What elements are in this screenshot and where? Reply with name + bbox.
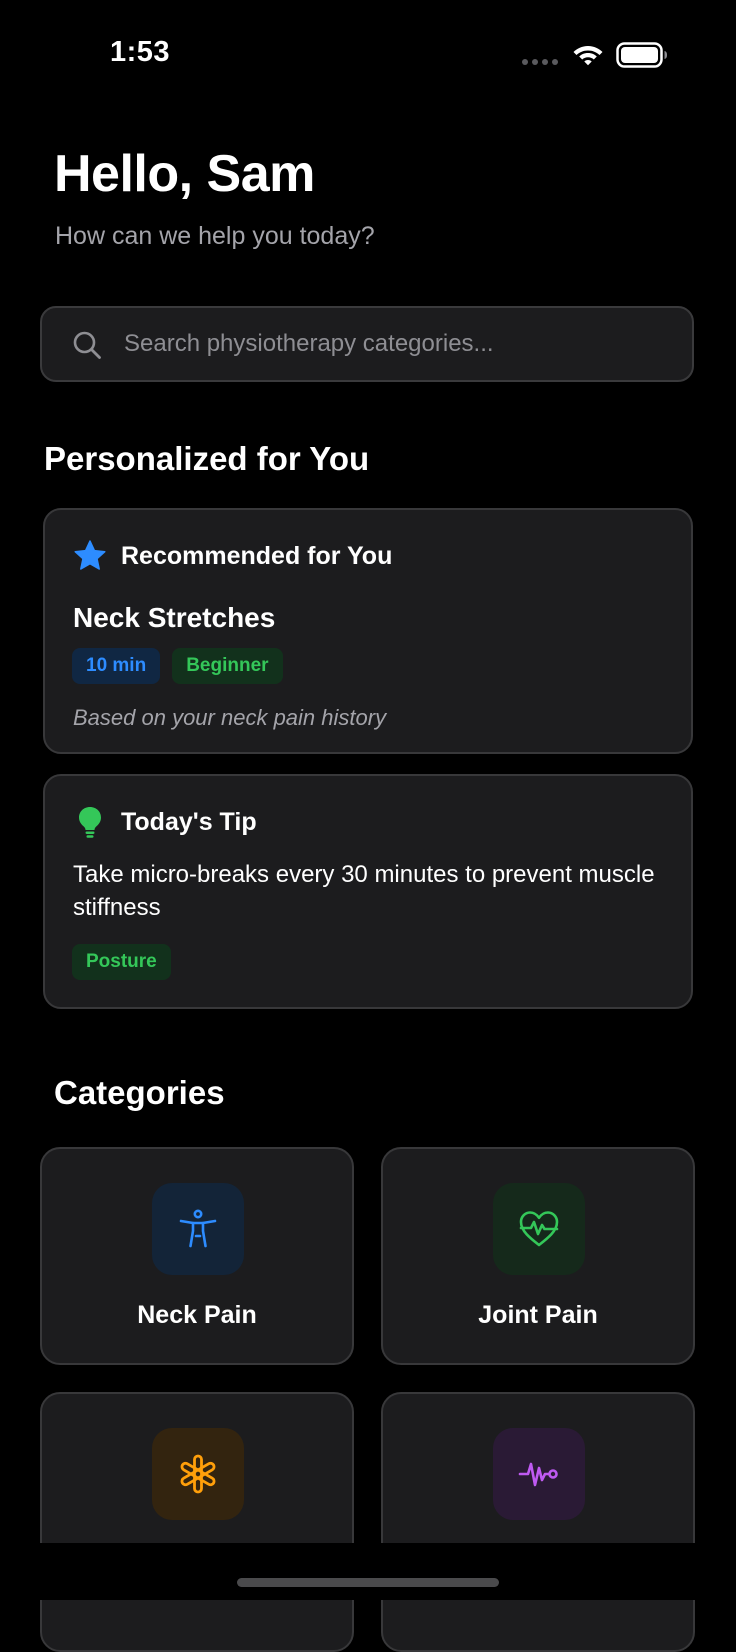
search-bar[interactable] xyxy=(40,306,694,382)
greeting-subtitle: How can we help you today? xyxy=(55,222,375,250)
category-icon-container xyxy=(493,1183,585,1275)
level-badge: Beginner xyxy=(172,648,283,684)
lightbulb-icon xyxy=(79,807,101,838)
tip-card[interactable]: Today's Tip Take micro-breaks every 30 m… xyxy=(43,774,693,1009)
category-neck-pain[interactable]: Neck Pain xyxy=(40,1147,354,1365)
category-label: Neck Pain xyxy=(137,1301,257,1329)
category-icon-container xyxy=(493,1428,585,1520)
status-bar: 1:53 xyxy=(0,0,736,100)
duration-badge: 10 min xyxy=(72,648,161,684)
tip-text: Take micro-breaks every 30 minutes to pr… xyxy=(73,861,655,921)
tip-tag-badge: Posture xyxy=(72,944,171,980)
category-icon-container xyxy=(152,1428,244,1520)
search-icon xyxy=(73,331,101,359)
tip-header: Today's Tip xyxy=(73,804,257,840)
waveform-icon xyxy=(518,1462,558,1487)
cellular-signal-icon xyxy=(522,59,560,65)
category-icon-container xyxy=(152,1183,244,1275)
category-card[interactable] xyxy=(381,1392,695,1652)
search-input[interactable] xyxy=(124,308,674,380)
category-label: Joint Pain xyxy=(478,1301,598,1329)
greeting-title: Hello, Sam xyxy=(54,145,315,203)
recommended-header: Recommended for You xyxy=(73,538,392,574)
heart-pulse-icon xyxy=(519,1211,559,1247)
asterisk-icon xyxy=(180,1454,216,1494)
recommended-tags: 10 min Beginner xyxy=(72,648,283,684)
battery-icon xyxy=(616,42,667,68)
figure-stretch-icon xyxy=(179,1209,217,1248)
star-icon xyxy=(74,540,106,570)
section-title-categories: Categories xyxy=(54,1074,225,1111)
home-indicator[interactable] xyxy=(237,1578,499,1587)
recommended-note: Based on your neck pain history xyxy=(73,705,387,730)
recommended-exercise-title: Neck Stretches xyxy=(73,602,276,633)
tip-header-label: Today's Tip xyxy=(121,807,257,836)
recommended-header-label: Recommended for You xyxy=(121,541,393,570)
recommended-card[interactable]: Recommended for You Neck Stretches 10 mi… xyxy=(43,508,693,754)
bottom-safe-area xyxy=(0,1543,736,1600)
wifi-icon xyxy=(573,46,603,66)
category-card[interactable] xyxy=(40,1392,354,1652)
status-time: 1:53 xyxy=(110,36,171,68)
section-title-personalized: Personalized for You xyxy=(44,440,370,477)
category-joint-pain[interactable]: Joint Pain xyxy=(381,1147,695,1365)
